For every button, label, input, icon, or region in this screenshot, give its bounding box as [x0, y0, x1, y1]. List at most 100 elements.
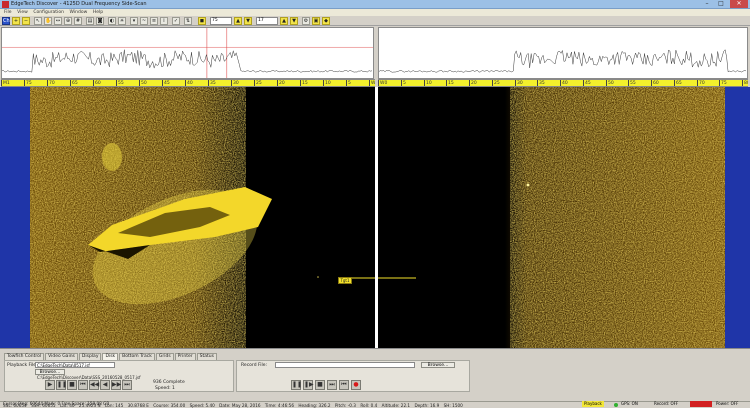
record-pause-icon[interactable]: ❚❚ — [291, 380, 302, 390]
camera-icon[interactable]: ◙ — [96, 17, 104, 25]
sonar-waterfall[interactable]: Tgt1 — [0, 87, 750, 348]
display-icon[interactable]: ▣ — [312, 17, 320, 25]
record-next-icon[interactable]: ⏭ — [327, 380, 337, 390]
skip-end-icon[interactable]: ⏭ — [122, 380, 132, 390]
menu-file[interactable]: File — [4, 9, 12, 16]
ruler-tick-label: 45 — [585, 81, 591, 86]
color-icon[interactable]: ◆ — [322, 17, 330, 25]
range-up-icon[interactable]: ▲ — [234, 17, 242, 25]
maximize-button[interactable]: □ — [714, 0, 728, 8]
ruler-tick — [515, 80, 516, 86]
fast-forward-icon[interactable]: ▶▶ — [111, 380, 121, 390]
ruler-tick-label: 5 — [348, 81, 351, 86]
gain-down-icon[interactable]: ▼ — [290, 17, 298, 25]
ruler-tick-label: 15 — [302, 81, 308, 86]
record-stop-icon[interactable]: ■ — [315, 380, 325, 390]
palette-icon[interactable]: ◐ — [108, 17, 116, 25]
measure-icon[interactable]: ↔ — [54, 17, 62, 25]
ruler-tick-label: 20 — [279, 81, 285, 86]
record-icon[interactable]: ● — [351, 380, 361, 390]
info-icon[interactable]: i — [160, 17, 168, 25]
ruler-tick-label: 30 — [233, 81, 239, 86]
ruler-tick-label: 40 — [187, 81, 193, 86]
record-file-label: Record File: — [241, 363, 268, 368]
ruler-tick-label: 60 — [653, 81, 659, 86]
ruler-tick-label: 35 — [210, 81, 216, 86]
ruler-tick — [674, 80, 675, 86]
print-icon[interactable]: ▤ — [86, 17, 94, 25]
rewind-icon[interactable]: ◀◀ — [89, 380, 99, 390]
rewind-start-icon[interactable]: ⏮ — [78, 380, 88, 390]
ruler-tick — [560, 80, 561, 86]
scroll-icon[interactable]: ⇅ — [184, 17, 192, 25]
filter-icon[interactable]: ▾ — [130, 17, 138, 25]
ruler-tick — [492, 80, 493, 86]
zoom-in-icon[interactable]: + — [12, 17, 20, 25]
tab-video-gains[interactable]: Video Gains — [45, 353, 78, 360]
play-icon[interactable]: ▶ — [45, 380, 55, 390]
pause-icon[interactable]: ❚❚ — [56, 380, 67, 390]
zoom-out-icon[interactable]: − — [22, 17, 30, 25]
tab-printer[interactable]: Printer — [174, 353, 196, 360]
menu-bar: File View Configuration Window Help — [0, 9, 750, 16]
menu-configuration[interactable]: Configuration — [33, 9, 64, 16]
ruler-tick — [323, 80, 324, 86]
settings-icon[interactable]: ⚙ — [302, 17, 310, 25]
ruler-tick — [606, 80, 607, 86]
record-browse-button[interactable]: Browse... — [421, 362, 455, 368]
zoom-field[interactable]: 75 — [210, 17, 232, 25]
toolbar: Ch + − ↖ ✋ ↔ ⊕ # ▤ ◙ ◐ ☀ ▾ ~ ≡ i ✓ ⇅ ◼ 7… — [0, 16, 750, 26]
tab-display[interactable]: Display — [78, 353, 102, 360]
ruler-tick — [346, 80, 347, 86]
playback-indicator: Playback — [582, 401, 604, 407]
menu-help[interactable]: Help — [93, 9, 103, 16]
tvg-icon[interactable]: ~ — [140, 17, 148, 25]
gain-field[interactable]: 17 — [256, 17, 278, 25]
record-start-icon[interactable]: ⏮ — [339, 380, 349, 390]
ruler-tick-label: 70 — [699, 81, 705, 86]
close-button[interactable]: ✕ — [730, 0, 748, 8]
playback-file-field[interactable]: C:\EdgeTech\Data\0517.jsf — [35, 362, 115, 368]
ruler-tick — [628, 80, 629, 86]
ruler-tick — [369, 80, 370, 86]
target-marker-label[interactable]: Tgt1 — [338, 277, 352, 284]
ruler-tick-label: W1 — [371, 81, 375, 86]
tab-grids[interactable]: Grids — [155, 353, 174, 360]
minimize-button[interactable]: – — [700, 0, 714, 8]
grid-icon[interactable]: # — [74, 17, 82, 25]
ruler-tick — [742, 80, 743, 86]
tab-disk[interactable]: Disk — [102, 353, 119, 360]
alarm-indicator — [690, 401, 712, 407]
tab-bottom-track[interactable]: Bottom Track — [119, 353, 155, 360]
ruler-tick — [208, 80, 209, 86]
ruler-tick — [300, 80, 301, 86]
tab-towfish-control[interactable]: Towfish Control — [4, 353, 45, 360]
record-file-field[interactable] — [275, 362, 415, 368]
check-icon[interactable]: ✓ — [172, 17, 180, 25]
pointer-icon[interactable]: ↖ — [34, 17, 42, 25]
record-step-icon[interactable]: ❚▶ — [303, 380, 314, 390]
target-icon[interactable]: ⊕ — [64, 17, 72, 25]
record-indicator: Record: OFF — [654, 401, 679, 406]
ruler-tick — [116, 80, 117, 86]
menu-view[interactable]: View — [17, 9, 28, 16]
gain-up-icon[interactable]: ▲ — [280, 17, 288, 25]
hand-icon[interactable]: ✋ — [44, 17, 52, 25]
step-back-icon[interactable]: ◀ — [100, 380, 110, 390]
layers-icon[interactable]: ≡ — [150, 17, 158, 25]
ruler-tick-label: 70 — [49, 81, 55, 86]
range-icon[interactable]: ◼ — [198, 17, 206, 25]
ruler-tick-label: W0 — [380, 81, 388, 86]
ruler-tick — [537, 80, 538, 86]
range-down-icon[interactable]: ▼ — [244, 17, 252, 25]
stop-icon[interactable]: ■ — [67, 380, 77, 390]
brightness-icon[interactable]: ☀ — [118, 17, 126, 25]
tab-status[interactable]: Status — [196, 353, 217, 360]
ruler-tick — [70, 80, 71, 86]
channel-button[interactable]: Ch — [2, 17, 10, 25]
menu-window[interactable]: Window — [70, 9, 88, 16]
ruler-tick — [231, 80, 232, 86]
ruler-tick-label: 80 — [744, 81, 748, 86]
ruler-tick — [1, 80, 2, 86]
amplitude-graph-port — [1, 27, 374, 79]
